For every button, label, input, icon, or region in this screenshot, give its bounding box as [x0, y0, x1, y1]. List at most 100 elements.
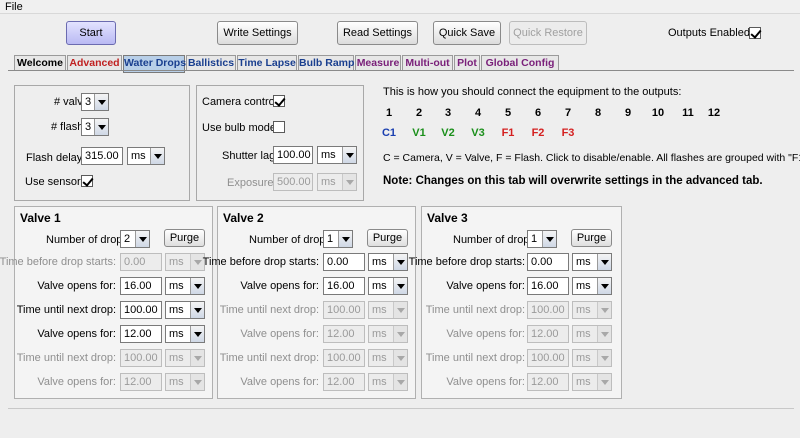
timing-input[interactable]: 100.00 [323, 349, 365, 367]
chevron-down-icon [597, 278, 611, 294]
timing-unit-select[interactable]: ms [368, 349, 408, 367]
timing-input[interactable]: 100.00 [120, 349, 162, 367]
timing-input[interactable]: 100.00 [527, 349, 569, 367]
start-button[interactable]: Start [66, 21, 116, 45]
tab-ballistics[interactable]: Ballistics [186, 55, 236, 71]
output-code[interactable]: V3 [466, 127, 490, 139]
timing-unit-select[interactable]: ms [368, 373, 408, 391]
timing-unit-select[interactable]: ms [165, 301, 205, 319]
timing-unit-select[interactable]: ms [165, 325, 205, 343]
timing-unit-select[interactable]: ms [165, 373, 205, 391]
timing-unit-select[interactable]: ms [368, 325, 408, 343]
timing-input[interactable]: 12.00 [527, 325, 569, 343]
output-legend: C = Camera, V = Valve, F = Flash. Click … [383, 152, 800, 164]
timing-label: Time until next drop: [425, 304, 525, 316]
timing-input[interactable]: 16.00 [323, 277, 365, 295]
camera-control-checkbox[interactable] [273, 95, 285, 107]
tab-bulb-ramp[interactable]: Bulb Ramp [298, 55, 354, 71]
timing-label: Time until next drop: [219, 304, 319, 316]
read-settings-button[interactable]: Read Settings [337, 21, 418, 45]
chevron-down-icon [393, 326, 407, 342]
chevron-down-icon [597, 374, 611, 390]
valves-select[interactable]: 3 [81, 93, 109, 111]
chevron-down-icon [597, 302, 611, 318]
purge-button[interactable]: Purge [571, 229, 612, 247]
timing-unit-select[interactable]: ms [572, 373, 612, 391]
timing-unit-select[interactable]: ms [572, 301, 612, 319]
timing-label: Valve opens for: [240, 280, 319, 292]
timing-unit-select[interactable]: ms [572, 349, 612, 367]
chevron-down-icon [597, 326, 611, 342]
timing-unit-select[interactable]: ms [165, 253, 205, 271]
timing-input[interactable]: 12.00 [120, 325, 162, 343]
number-of-drops-select[interactable]: 1 [323, 230, 353, 248]
chevron-down-icon [135, 231, 149, 247]
output-code[interactable]: F3 [556, 127, 580, 139]
flash-delay-input[interactable]: 315.00 [81, 147, 123, 165]
menu-file[interactable]: File [5, 1, 23, 13]
timing-unit-select[interactable]: ms [165, 277, 205, 295]
tab-time-lapse[interactable]: Time Lapse [237, 55, 297, 71]
chevron-down-icon [597, 254, 611, 270]
timing-input[interactable]: 16.00 [527, 277, 569, 295]
quick-restore-button[interactable]: Quick Restore [509, 21, 587, 45]
tab-welcome[interactable]: Welcome [14, 55, 66, 71]
output-code[interactable]: F2 [526, 127, 550, 139]
output-code[interactable]: V2 [436, 127, 460, 139]
timing-label: Valve opens for: [37, 376, 116, 388]
use-sensor-label: Use sensor: [25, 176, 84, 188]
tab-multi-out[interactable]: Multi-out [402, 55, 453, 71]
timing-input[interactable]: 12.00 [527, 373, 569, 391]
tab-plot[interactable]: Plot [454, 55, 480, 71]
exposure-unit-select[interactable]: ms [317, 173, 357, 191]
use-sensor-checkbox[interactable] [81, 175, 93, 187]
camera-settings-panel: Camera control: Use bulb mode: Shutter l… [196, 85, 364, 201]
exposure-input[interactable]: 500.00 [273, 173, 313, 191]
outputs-enabled-checkbox[interactable] [749, 27, 761, 39]
timing-input[interactable]: 12.00 [323, 325, 365, 343]
number-of-drops-select[interactable]: 1 [527, 230, 557, 248]
tab-global-config[interactable]: Global Config [481, 55, 559, 71]
timing-input[interactable]: 12.00 [120, 373, 162, 391]
number-of-drops-select[interactable]: 2 [120, 230, 150, 248]
chevron-down-icon [190, 326, 204, 342]
timing-label: Time before drop starts: [408, 256, 525, 268]
output-code[interactable]: C1 [377, 127, 401, 139]
timing-unit-select[interactable]: ms [368, 277, 408, 295]
timing-input[interactable]: 12.00 [323, 373, 365, 391]
tab-measure[interactable]: Measure [355, 55, 401, 71]
timing-unit-select[interactable]: ms [165, 349, 205, 367]
valve-title: Valve 1 [20, 211, 61, 225]
timing-unit-select[interactable]: ms [368, 301, 408, 319]
timing-unit-select[interactable]: ms [572, 277, 612, 295]
write-settings-button[interactable]: Write Settings [217, 21, 298, 45]
chevron-down-icon [190, 302, 204, 318]
quick-save-button[interactable]: Quick Save [433, 21, 501, 45]
timing-input[interactable]: 0.00 [120, 253, 162, 271]
valve-panel-1: Valve 1 Number of drops: 2 Purge Time before… [0, 206, 213, 399]
timing-input[interactable]: 0.00 [323, 253, 365, 271]
tab-advanced[interactable]: Advanced [67, 55, 122, 71]
output-number: 10 [651, 107, 665, 119]
use-bulb-mode-checkbox[interactable] [273, 121, 285, 133]
timing-input[interactable]: 0.00 [527, 253, 569, 271]
purge-button[interactable]: Purge [367, 229, 408, 247]
timing-unit-select[interactable]: ms [572, 253, 612, 271]
timing-unit-select[interactable]: ms [368, 253, 408, 271]
output-code[interactable]: V1 [407, 127, 431, 139]
timing-unit-select[interactable]: ms [572, 325, 612, 343]
timing-input[interactable]: 100.00 [120, 301, 162, 319]
timing-input[interactable]: 16.00 [120, 277, 162, 295]
shutter-lag-input[interactable]: 100.00 [273, 146, 313, 164]
shutter-lag-unit-select[interactable]: ms [317, 146, 357, 164]
timing-input[interactable]: 100.00 [527, 301, 569, 319]
purge-button[interactable]: Purge [164, 229, 205, 247]
output-code[interactable]: F1 [496, 127, 520, 139]
flash-delay-unit-select[interactable]: ms [127, 147, 165, 165]
chevron-down-icon [190, 350, 204, 366]
timing-input[interactable]: 100.00 [323, 301, 365, 319]
output-number: 6 [534, 107, 542, 119]
flashes-select[interactable]: 3 [81, 118, 109, 136]
chevron-down-icon [393, 302, 407, 318]
number-of-drops-label: Number of drops: [249, 234, 334, 246]
